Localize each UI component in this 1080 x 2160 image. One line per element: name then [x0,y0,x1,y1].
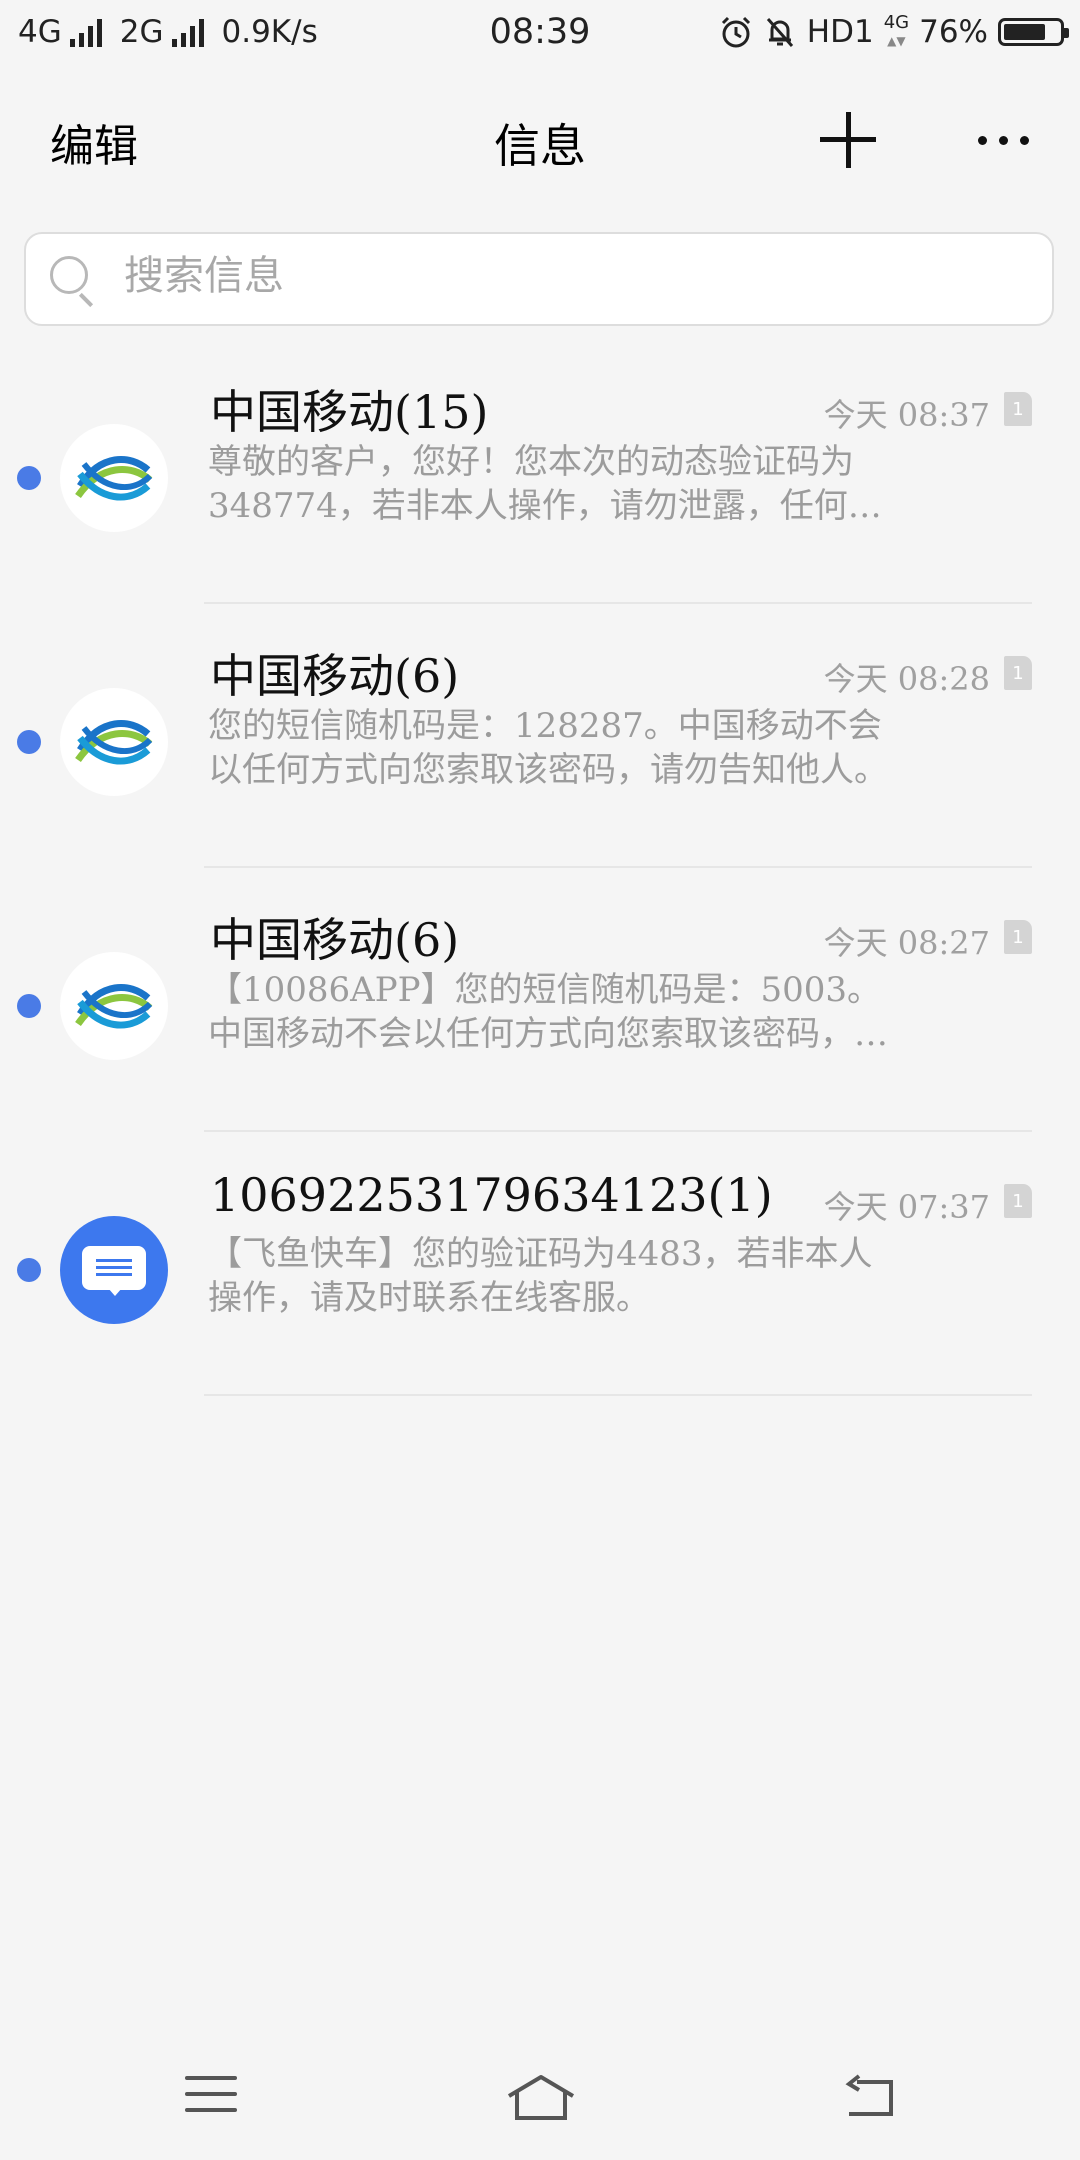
conversation-list: 中国移动(15) 今天 08:37 1 尊敬的客户，您好！您本次的动态验证码为 … [0,340,1080,1396]
unread-dot [17,994,41,1018]
search-icon [50,256,88,294]
message-time: 今天 08:27 [823,924,990,962]
alarm-icon [721,16,750,48]
divider [204,1394,1032,1396]
message-time: 今天 07:37 [823,1188,990,1226]
unread-dot [17,1258,41,1282]
hd-indicator: HD1 [806,14,874,50]
sim-card-icon: 1 [1004,920,1032,954]
app-header: 编辑 信息 [0,100,1080,180]
conversation-item[interactable]: 中国移动(15) 今天 08:37 1 尊敬的客户，您好！您本次的动态验证码为 … [0,340,1080,604]
back-icon[interactable] [843,2074,895,2118]
mute-bell-icon [766,18,793,47]
unread-dot [17,730,41,754]
lte-indicator: 4G ▲▼ [883,12,910,49]
system-nav-bar [0,2050,1080,2160]
edit-button[interactable]: 编辑 [50,110,138,174]
message-preview: 【10086APP】您的短信随机码是：5003。 中国移动不会以任何方式向您索取… [208,970,888,1054]
battery-percent: 76% [919,14,988,50]
sim-card-icon: 1 [1004,392,1032,426]
battery-icon [998,18,1069,46]
search-input[interactable] [122,252,1026,300]
sender-name: 中国移动(6) [210,649,460,703]
message-time: 今天 08:28 [823,660,990,698]
new-message-button[interactable] [820,112,876,168]
conversation-item[interactable]: 1069225317963412​3(1) 今天 07:37 1 【飞鱼快车】您… [0,1132,1080,1396]
search-bar[interactable] [24,232,1054,326]
conversation-item[interactable]: 中国移动(6) 今天 08:27 1 【10086APP】您的短信随机码是：50… [0,868,1080,1132]
status-bar: 4G 2G 0.9K/s 08:39 HD1 4G ▲▼ 76% [0,0,1080,72]
message-bubble-icon [60,1216,168,1324]
message-preview: 您的短信随机码是：128287。中国移动不会 以任何方式向您索取该密码，请勿告知… [208,706,888,790]
status-right: HD1 4G ▲▼ 76% [719,12,1069,50]
message-time: 今天 08:37 [823,396,990,434]
unread-dot [17,466,41,490]
sim-card-icon: 1 [1004,656,1032,690]
menu-icon[interactable] [185,2074,237,2114]
sender-name: 中国移动(15) [210,385,489,439]
sender-name: 中国移动(6) [210,913,460,967]
china-mobile-logo-icon [60,952,168,1060]
sim-card-icon: 1 [1004,1184,1032,1218]
china-mobile-logo-icon [60,688,168,796]
more-options-button[interactable] [978,136,1029,145]
china-mobile-logo-icon [60,424,168,532]
conversation-item[interactable]: 中国移动(6) 今天 08:28 1 您的短信随机码是：128287。中国移动不… [0,604,1080,868]
page-title: 信息 [494,119,586,173]
home-icon[interactable] [505,2074,577,2122]
message-preview: 尊敬的客户，您好！您本次的动态验证码为 348774，若非本人操作，请勿泄露，任… [208,442,882,526]
sender-name: 1069225317963412​3(1) [210,1168,773,1222]
message-preview: 【飞鱼快车】您的验证码为4483，若非本人 操作，请及时联系在线客服。 [208,1234,873,1318]
